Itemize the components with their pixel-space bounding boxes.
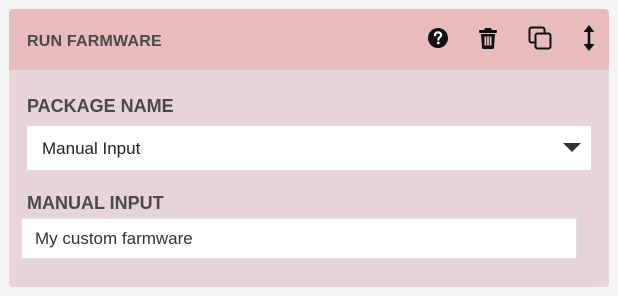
package-name-label: PACKAGE NAME (27, 96, 174, 116)
package-name-selected-value: Manual Input (42, 139, 141, 158)
help-icon[interactable] (425, 25, 451, 51)
card-header: RUN FARMWARE (9, 9, 609, 70)
move-icon[interactable] (576, 25, 602, 51)
step-title: RUN FARMWARE (27, 33, 162, 50)
manual-input-label: MANUAL INPUT (27, 193, 164, 213)
caret-down-icon (563, 143, 581, 152)
duplicate-icon[interactable] (527, 25, 553, 51)
package-name-select[interactable]: Manual Input (27, 126, 591, 170)
trash-icon[interactable] (475, 25, 501, 51)
manual-input-field[interactable] (21, 218, 577, 259)
